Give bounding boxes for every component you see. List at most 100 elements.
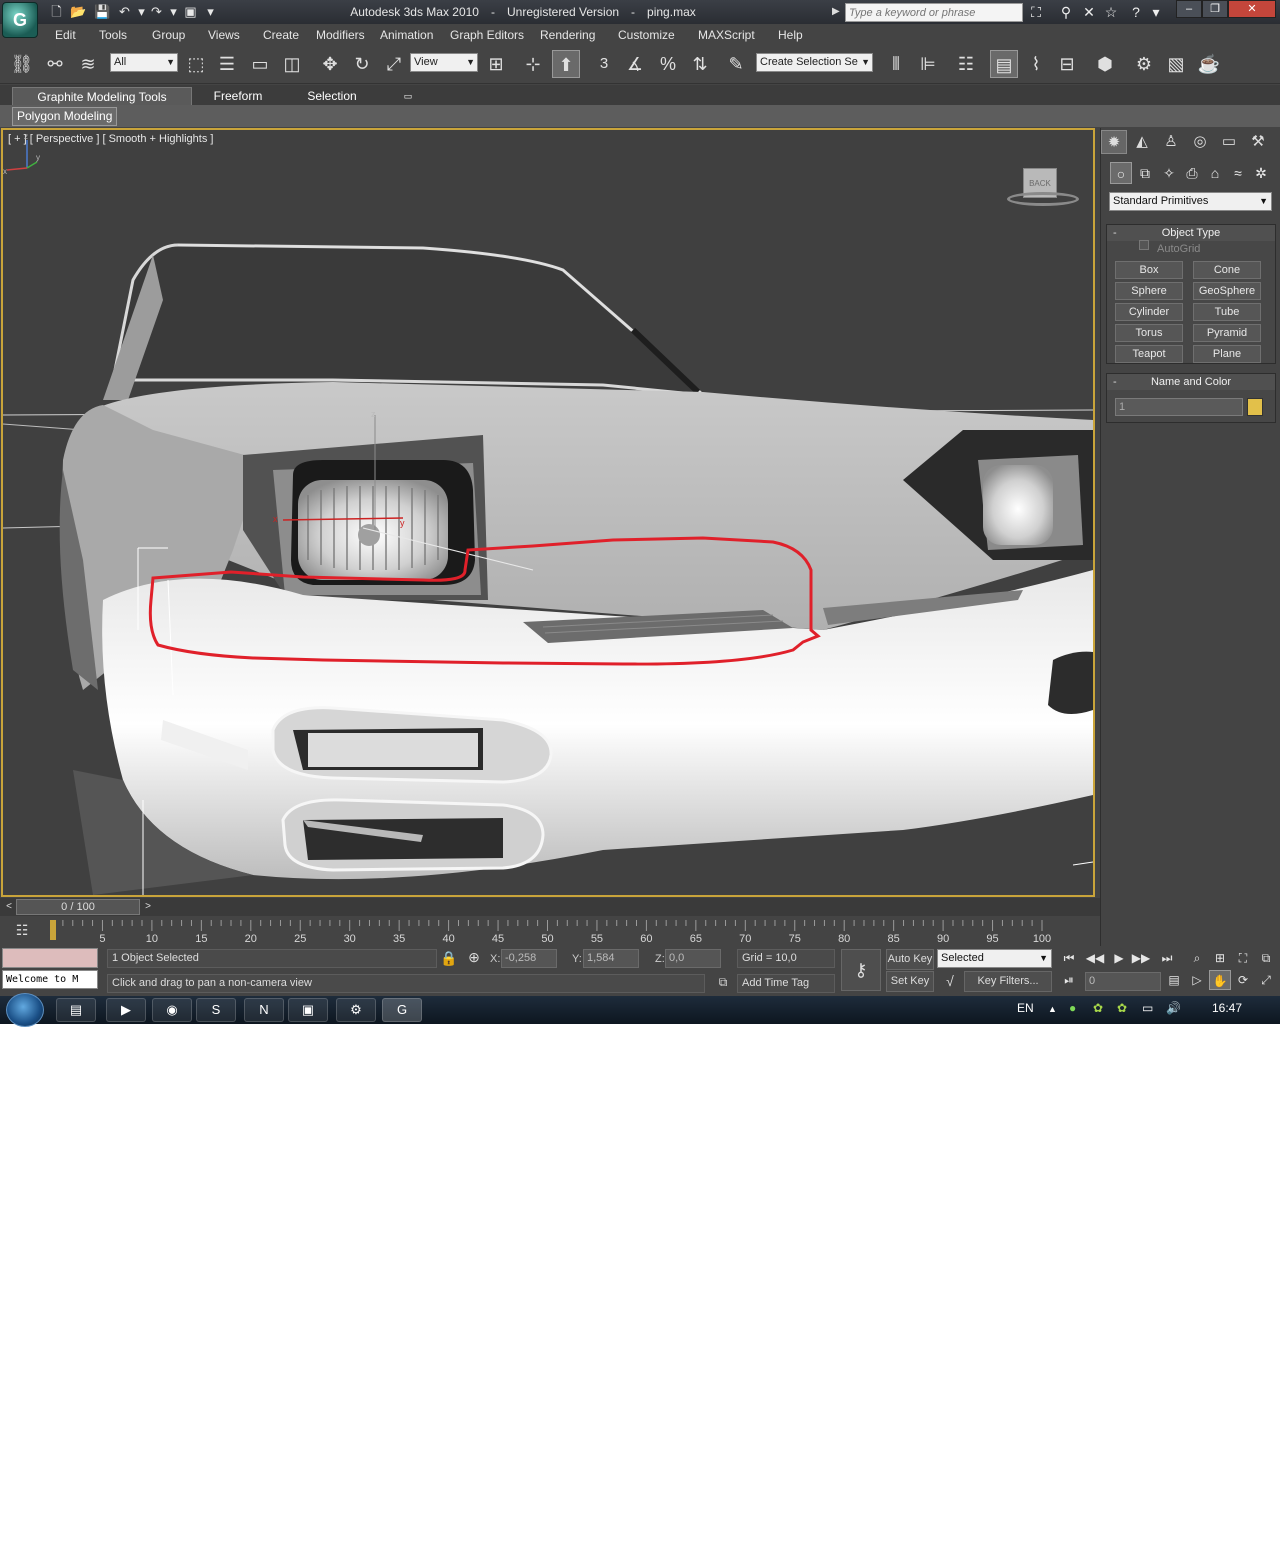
menu-customize[interactable]: Customize	[618, 24, 675, 46]
help-icon[interactable]: ?	[1126, 3, 1146, 21]
bind-to-space-warp-icon[interactable]: ≋	[74, 50, 102, 78]
menu-views[interactable]: Views	[208, 24, 240, 46]
shapes-icon[interactable]: ⧉	[1134, 162, 1156, 184]
menu-maxscript[interactable]: MAXScript	[698, 24, 755, 46]
application-menu-icon[interactable]: G	[2, 2, 38, 38]
perspective-viewport[interactable]: [ + ] [ Perspective ] [ Smooth + Highlig…	[1, 128, 1095, 897]
viewcube-compass-ring[interactable]	[1007, 192, 1079, 206]
previous-frame-icon[interactable]: ◀◀	[1084, 948, 1106, 968]
systems-icon[interactable]: ✲	[1250, 162, 1272, 184]
mirror-icon[interactable]: ⫴	[882, 50, 910, 78]
unlink-selection-icon[interactable]: ⚯	[41, 50, 69, 78]
favorites-star-icon[interactable]: ☆	[1101, 3, 1121, 21]
current-frame-marker[interactable]	[50, 920, 56, 940]
layer-manager-icon[interactable]: ☷	[952, 50, 980, 78]
rectangular-selection-icon[interactable]: ▭	[246, 50, 274, 78]
language-indicator[interactable]: EN	[1017, 1001, 1034, 1015]
render-production-teapot-icon[interactable]: ☕	[1195, 50, 1223, 78]
primitive-category-dropdown[interactable]: Standard Primitives ▼	[1109, 192, 1272, 211]
binoculars-icon[interactable]: ⛶	[1026, 3, 1046, 21]
helpers-icon[interactable]: ⌂	[1204, 162, 1226, 184]
object-type-rollout-header[interactable]: - Object Type	[1107, 225, 1275, 241]
zoom-extents-all-icon[interactable]: ⧉	[1255, 948, 1277, 968]
key-filters-button[interactable]: Key Filters...	[964, 971, 1052, 992]
tab-selection[interactable]: Selection	[290, 87, 374, 105]
x-coordinate-field[interactable]: -0,258	[501, 949, 557, 968]
set-key-button[interactable]: Set Key	[886, 971, 934, 992]
window-taskbar-icon[interactable]: ▣	[288, 998, 328, 1022]
keyboard-shortcut-override-icon[interactable]: ⬆	[552, 50, 580, 78]
sphere-button[interactable]: Sphere	[1115, 282, 1183, 300]
new-file-icon[interactable]: 🗋	[48, 4, 65, 20]
pan-view-hand-icon[interactable]: ✋	[1209, 970, 1231, 990]
spinner-snap-icon[interactable]: ⇅	[686, 50, 714, 78]
default-in-out-tangents-icon[interactable]: √	[940, 973, 960, 989]
zoom-all-icon[interactable]: ⊞	[1209, 948, 1231, 968]
time-tag-icon[interactable]: ⧉	[713, 975, 733, 990]
menu-create[interactable]: Create	[263, 24, 299, 46]
window-crossing-icon[interactable]: ◫	[278, 50, 306, 78]
media-player-taskbar-icon[interactable]: ▶	[106, 998, 146, 1022]
maximize-button[interactable]: ❐	[1202, 0, 1228, 18]
key-mode-toggle-icon[interactable]: ⏯	[1058, 970, 1080, 990]
cone-button[interactable]: Cone	[1193, 261, 1261, 279]
open-file-icon[interactable]: 📂	[70, 4, 87, 20]
time-configuration-icon[interactable]: ▤	[1163, 970, 1185, 990]
redo-icon[interactable]: ↷	[148, 4, 165, 20]
selection-lock-icon[interactable]: 🔒	[440, 950, 457, 967]
volume-icon[interactable]: 🔊	[1166, 1001, 1181, 1015]
orbit-icon[interactable]: ⟳	[1232, 970, 1254, 990]
selection-filter-dropdown[interactable]: All ▼	[110, 53, 178, 72]
teapot-button[interactable]: Teapot	[1115, 345, 1183, 363]
help-dropdown-icon[interactable]: ▾	[1146, 3, 1166, 21]
menu-edit[interactable]: Edit	[55, 24, 76, 46]
tray-app-icon-2[interactable]: ✿	[1093, 1001, 1103, 1015]
close-button[interactable]: ✕	[1228, 0, 1276, 18]
select-and-scale-icon[interactable]: ⤢	[380, 50, 408, 78]
tab-graphite-modeling-tools[interactable]: Graphite Modeling Tools	[12, 87, 192, 105]
space-warps-icon[interactable]: ≈	[1227, 162, 1249, 184]
set-keys-key-icon[interactable]: ⚷	[841, 949, 881, 991]
percent-snap-icon[interactable]: %	[654, 50, 682, 78]
select-manipulate-icon[interactable]: ⊹	[519, 50, 547, 78]
next-frame-arrow-icon[interactable]: >	[141, 900, 155, 914]
subscription-center-icon[interactable]: ⚲	[1056, 3, 1076, 21]
communication-center-icon[interactable]: ✕	[1079, 3, 1099, 21]
pivot-center-icon[interactable]: ⊞	[482, 50, 510, 78]
box-button[interactable]: Box	[1115, 261, 1183, 279]
y-coordinate-field[interactable]: 1,584	[583, 949, 639, 968]
show-hidden-icons-icon[interactable]: ▲	[1048, 1004, 1057, 1014]
absolute-transform-mode-icon[interactable]: ⊕	[465, 949, 483, 966]
maximize-viewport-toggle-icon[interactable]: ⤢	[1255, 970, 1277, 990]
angle-snap-icon[interactable]: ∡	[621, 50, 649, 78]
mini-curve-editor-icon[interactable]: ☷	[12, 922, 32, 940]
menu-tools[interactable]: Tools	[99, 24, 127, 46]
redo-dropdown-icon[interactable]: ▾	[165, 4, 182, 20]
render-setup-icon[interactable]: ⚙	[1130, 50, 1158, 78]
object-name-field[interactable]: 1	[1115, 398, 1243, 416]
tab-motion-icon[interactable]: ◎	[1187, 130, 1213, 154]
rendered-frame-window-icon[interactable]: ▧	[1162, 50, 1190, 78]
select-and-rotate-icon[interactable]: ↻	[348, 50, 376, 78]
material-editor-icon[interactable]: ⬢	[1091, 50, 1119, 78]
name-and-color-rollout-header[interactable]: - Name and Color	[1107, 374, 1275, 390]
ribbon-options-dropdown-icon[interactable]: ▭	[398, 87, 418, 105]
save-file-icon[interactable]: 💾	[94, 4, 111, 20]
object-color-swatch[interactable]	[1247, 398, 1263, 416]
3ds-max-taskbar-icon[interactable]: G	[382, 998, 422, 1022]
tube-button[interactable]: Tube	[1193, 303, 1261, 321]
zoom-icon[interactable]: ⌕	[1186, 948, 1208, 968]
time-slider-thumb[interactable]: 0 / 100	[16, 899, 140, 915]
select-by-name-icon[interactable]: ☰	[213, 50, 241, 78]
firefox-taskbar-icon[interactable]: ◉	[152, 998, 192, 1022]
menu-help[interactable]: Help	[778, 24, 803, 46]
tab-utilities-icon[interactable]: ⚒	[1245, 130, 1271, 154]
geometry-icon[interactable]: ○	[1110, 162, 1132, 184]
tab-hierarchy-icon[interactable]: ♙	[1158, 130, 1184, 154]
skype-taskbar-icon[interactable]: S	[196, 998, 236, 1022]
polygon-modeling-button[interactable]: Polygon Modeling	[12, 107, 118, 126]
z-coordinate-field[interactable]: 0,0	[665, 949, 721, 968]
zoom-extents-icon[interactable]: ⛶	[1232, 948, 1254, 968]
track-bar-ruler[interactable]: 5 10 15 20 25 30 35 40 45 50 55 60 65 70 75 80 85 90 95 100	[46, 918, 1052, 944]
search-input[interactable]	[845, 3, 1023, 22]
